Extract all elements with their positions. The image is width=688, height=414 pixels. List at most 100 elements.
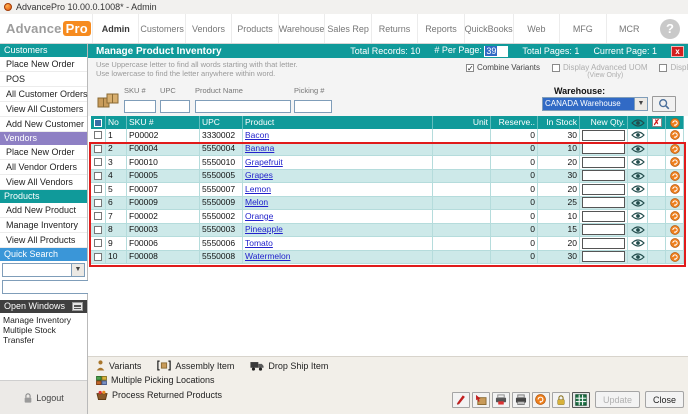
orange-return-icon[interactable] xyxy=(670,198,680,208)
product-link[interactable]: Orange xyxy=(245,210,273,223)
logout-area[interactable]: Logout xyxy=(0,380,87,414)
sidebar-item-add-new-customer[interactable]: Add New Customer xyxy=(0,117,87,132)
warehouse-go-button[interactable] xyxy=(652,96,676,112)
row-checkbox[interactable] xyxy=(94,131,102,139)
new-qty-input[interactable] xyxy=(582,184,625,195)
eye-icon[interactable] xyxy=(631,145,645,153)
nav-item-returns[interactable]: Returns xyxy=(371,14,417,43)
eye-icon[interactable] xyxy=(631,253,645,261)
multiple-picking-locations[interactable]: Multiple Picking Locations xyxy=(96,375,215,385)
sidebar-item-all-customer-orders[interactable]: All Customer Orders xyxy=(0,87,87,102)
product-link[interactable]: Tomato xyxy=(245,237,273,250)
col-sku[interactable]: SKU # xyxy=(127,116,200,129)
product-name-search-input[interactable] xyxy=(195,100,291,113)
eye-icon[interactable] xyxy=(631,185,645,193)
sidebar-item-view-all-products[interactable]: View All Products xyxy=(0,233,87,248)
product-link[interactable]: Melon xyxy=(245,197,268,210)
row-checkbox[interactable] xyxy=(94,185,102,193)
product-link[interactable]: Watermelon xyxy=(245,251,291,264)
row-checkbox[interactable] xyxy=(94,158,102,166)
red-pen-button[interactable] xyxy=(452,392,470,408)
new-qty-input[interactable] xyxy=(582,238,625,249)
new-qty-input[interactable] xyxy=(582,211,625,222)
row-checkbox[interactable] xyxy=(94,172,102,180)
update-button[interactable]: Update xyxy=(595,391,640,408)
orange-return-icon[interactable] xyxy=(670,171,680,181)
nav-item-mcr[interactable]: MCR xyxy=(606,14,652,43)
eye-icon[interactable] xyxy=(631,158,645,166)
export-excel-button[interactable] xyxy=(572,392,590,408)
eye-icon[interactable] xyxy=(631,212,645,220)
sidebar-item-pos[interactable]: POS xyxy=(0,72,87,87)
new-qty-input[interactable] xyxy=(582,197,625,208)
eye-icon[interactable] xyxy=(631,239,645,247)
col-product[interactable]: Product xyxy=(243,116,433,129)
orange-return-icon[interactable] xyxy=(670,252,680,262)
quick-search-dropdown[interactable]: ▼ xyxy=(2,263,85,277)
product-link[interactable]: Banana xyxy=(245,143,274,156)
combine-variants-option[interactable]: ✓ Combine Variants xyxy=(466,63,540,79)
per-page-input[interactable]: 39 xyxy=(484,46,508,57)
nav-item-customers[interactable]: Customers xyxy=(138,14,184,43)
product-link[interactable]: Bacon xyxy=(245,129,269,142)
process-returns-button[interactable] xyxy=(532,392,550,408)
col-unit[interactable]: Unit xyxy=(433,116,491,129)
sidebar-item-view-all-vendors[interactable]: View All Vendors xyxy=(0,175,87,190)
orange-return-icon[interactable] xyxy=(670,211,680,221)
warehouse-dropdown[interactable]: CANADA Warehouse ▼ xyxy=(542,97,648,111)
import-products-button[interactable] xyxy=(472,392,490,408)
orange-return-icon[interactable] xyxy=(670,144,680,154)
sidebar-item-manage-inventory[interactable]: Manage Inventory xyxy=(0,218,87,233)
orange-return-icon[interactable] xyxy=(670,157,680,167)
display-inactive-checkbox[interactable] xyxy=(659,64,667,72)
eye-icon[interactable] xyxy=(631,172,645,180)
nav-item-sales-rep[interactable]: Sales Rep xyxy=(324,14,370,43)
row-checkbox[interactable] xyxy=(94,199,102,207)
open-window-multiple-stock-transfer[interactable]: Multiple Stock Transfer xyxy=(3,325,84,345)
product-link[interactable]: Grapefruit xyxy=(245,156,283,169)
close-button[interactable]: Close xyxy=(645,391,684,408)
print-button[interactable] xyxy=(512,392,530,408)
open-window-manage-inventory[interactable]: Manage Inventory xyxy=(3,315,84,325)
row-checkbox[interactable] xyxy=(94,212,102,220)
sku-search-input[interactable] xyxy=(124,100,156,113)
sidebar-item-add-new-product[interactable]: Add New Product xyxy=(0,203,87,218)
combine-variants-checkbox[interactable]: ✓ xyxy=(466,64,474,72)
nav-item-admin[interactable]: Admin xyxy=(92,14,138,43)
orange-return-icon[interactable] xyxy=(670,184,680,194)
orange-return-icon[interactable] xyxy=(670,225,680,235)
nav-item-quickbooks[interactable]: QuickBooks xyxy=(464,14,513,43)
col-upc[interactable]: UPC xyxy=(200,116,243,129)
sidebar-item-view-all-customers[interactable]: View All Customers xyxy=(0,102,87,117)
orange-return-icon[interactable] xyxy=(670,130,680,140)
eye-icon[interactable] xyxy=(631,226,645,234)
col-new-qty[interactable]: New Qty. xyxy=(580,116,628,129)
product-link[interactable]: Lemon xyxy=(245,183,271,196)
select-all-checkbox[interactable] xyxy=(94,119,102,127)
nav-item-warehouse[interactable]: Warehouse xyxy=(278,14,325,43)
close-panel-button[interactable]: x xyxy=(671,46,684,57)
row-checkbox[interactable] xyxy=(94,253,102,261)
new-qty-input[interactable] xyxy=(582,143,625,154)
row-checkbox[interactable] xyxy=(94,145,102,153)
print-labels-button[interactable] xyxy=(492,392,510,408)
chevron-down-icon[interactable]: ▼ xyxy=(71,264,84,276)
upc-search-input[interactable] xyxy=(160,100,190,113)
new-qty-input[interactable] xyxy=(582,251,625,262)
process-returned-products[interactable]: Process Returned Products xyxy=(96,390,222,400)
display-uom-option[interactable]: Display Advanced UOM(View Only) xyxy=(552,63,647,79)
window-list-icon[interactable] xyxy=(72,302,83,311)
display-inactive-option[interactable]: Display inactive xyxy=(659,63,688,79)
chevron-down-icon[interactable]: ▼ xyxy=(634,98,647,110)
new-qty-input[interactable] xyxy=(582,224,625,235)
product-link[interactable]: Grapes xyxy=(245,170,273,183)
display-uom-checkbox[interactable] xyxy=(552,64,560,72)
nav-item-reports[interactable]: Reports xyxy=(417,14,463,43)
sidebar-item-all-vendor-orders[interactable]: All Vendor Orders xyxy=(0,160,87,175)
nav-item-products[interactable]: Products xyxy=(231,14,277,43)
col-in-stock[interactable]: In Stock xyxy=(538,116,580,129)
col-reserve[interactable]: Reserve.. xyxy=(491,116,538,129)
nav-item-web[interactable]: Web xyxy=(513,14,559,43)
orange-return-icon[interactable] xyxy=(670,238,680,248)
picking-search-input[interactable] xyxy=(294,100,332,113)
